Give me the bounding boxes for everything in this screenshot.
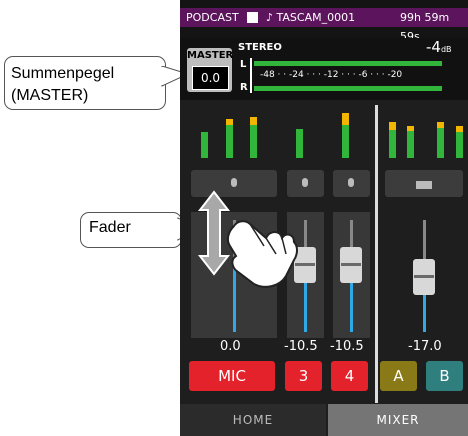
ab-fader-value: -17.0 [408,339,442,354]
master-value: 0.0 [192,66,229,90]
master-level-box[interactable]: MASTER 0.0 [187,48,234,92]
master-label: MASTER [187,50,234,61]
microphone-icon [302,178,308,187]
status-file: ♪ TASCAM_0001 [266,11,356,24]
left-meter-bar [254,61,442,66]
mic-channel-button[interactable]: MIC [189,361,275,391]
channel-3-button[interactable]: 3 [285,361,322,391]
right-meter-track [254,86,456,91]
microphone-icon [348,178,354,187]
record-indicator-icon [247,12,258,23]
channel-divider [375,105,378,403]
master-peak-value: -4 [426,38,441,56]
speaker-icon [416,181,432,189]
channel-meter-mic-3 [250,117,257,158]
ch4-mic-button[interactable] [333,170,370,197]
ab-fader-knob[interactable] [413,259,435,295]
channel-meter-mic-1 [201,132,208,158]
master-peak: -4dB [426,38,452,56]
microphone-icon [231,178,237,187]
drag-gesture-icon [197,190,298,288]
channel-b-button[interactable]: B [426,361,463,391]
status-bar: PODCAST ♪ TASCAM_0001 99h 59m 59s [180,8,468,43]
right-meter-bar [254,86,442,91]
channel-a-button[interactable]: A [380,361,417,391]
fader-callout-text: Fader [89,219,131,236]
channel-meter-b-2 [456,126,463,158]
ch4-fader-knob[interactable] [340,247,362,283]
channel-meter-a-1 [389,122,396,158]
channel-meter-b-1 [437,122,444,158]
right-channel-label: R [240,82,248,93]
status-mode: PODCAST [186,11,239,24]
master-peak-unit: dB [440,45,452,54]
channel-meter-4 [342,113,349,158]
master-callout-text: Summenpegel (MASTER) [11,65,115,104]
channel-4-button[interactable]: 4 [331,361,368,391]
tab-home[interactable]: HOME [180,404,326,436]
master-callout: Summenpegel (MASTER) [4,56,166,110]
channel-meter-a-2 [407,126,414,158]
fader-callout: Fader [80,212,182,248]
mixer-screen: PODCAST ♪ TASCAM_0001 99h 59m 59s MASTER… [180,0,468,436]
channel-meter-mic-2 [226,119,233,158]
channel-meter-3 [296,129,303,158]
stereo-label: STEREO [238,42,282,53]
meter-scale: -48 · · -24 · · · -12 · · · -6 · · · -20 [260,70,403,80]
bottom-tabs: HOME MIXER [180,404,468,436]
left-channel-label: L [240,59,247,70]
ch3-fader-value: -10.5 [284,339,318,354]
tab-mixer[interactable]: MIXER [328,404,468,436]
mic-fader-value: 0.0 [220,339,241,354]
left-meter-bracket [250,58,252,93]
ab-source-button[interactable] [385,170,463,197]
left-meter-track [254,61,456,66]
ch4-fader-value: -10.5 [330,339,364,354]
